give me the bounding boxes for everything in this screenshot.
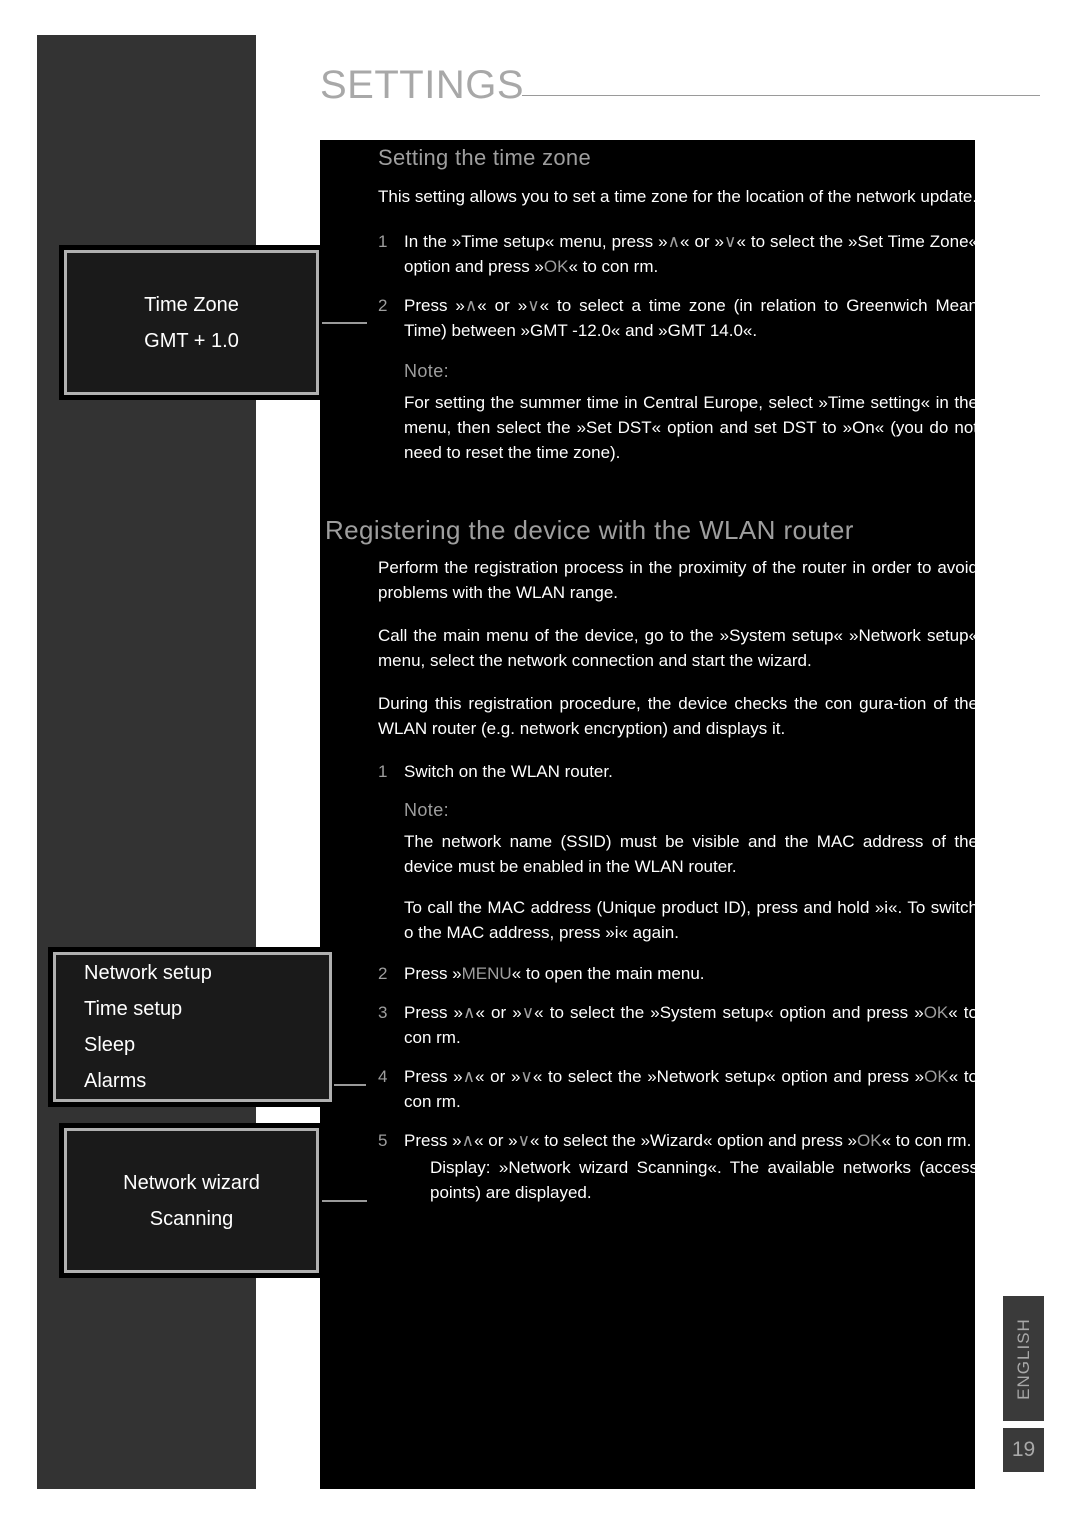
step-text-b: « to open the main menu.: [511, 964, 705, 983]
step-text: Press »∧« or »∨« to select the »System s…: [404, 1000, 975, 1050]
lcd-line: Time Zone: [144, 293, 239, 316]
step-text-c: « to select the »Wizard« option and pres…: [530, 1131, 857, 1150]
time-zone-step-2: 2 Press »∧« or »∨« to select a time zone…: [378, 293, 975, 343]
note-label: Note:: [404, 361, 450, 381]
heading-setting-time-zone: Setting the time zone: [378, 145, 591, 170]
connector-line-system-menu: [334, 1084, 366, 1086]
step-number: 2: [378, 964, 388, 983]
wlan-step-5-display-note: Display: »Network wizard Scanning«. The …: [430, 1158, 975, 1202]
connector-line-wizard: [322, 1200, 367, 1202]
time-zone-intro: This setting allows you to set a time zo…: [378, 187, 975, 206]
language-tab: ENGLISH: [1003, 1296, 1044, 1421]
step-text: Press »∧« or »∨« to select the »Network …: [404, 1064, 975, 1114]
step-number: 1: [378, 232, 388, 251]
note-label: Note:: [404, 800, 450, 820]
note-text: For setting the summer time in Central E…: [404, 393, 975, 462]
step-number: 5: [378, 1131, 388, 1150]
step-text-b: « or »: [474, 1131, 518, 1150]
key-up-arrow: ∧: [667, 232, 681, 251]
key-ok: OK: [857, 1131, 882, 1150]
wlan-paragraph-1: Perform the registration process in the …: [378, 558, 975, 602]
step-number: 2: [378, 296, 388, 315]
step-text-b: « or »: [477, 296, 528, 315]
step-number: 1: [378, 762, 388, 781]
heading-registering-device: Registering the device with the WLAN rou…: [325, 515, 854, 545]
step-text-c: « to select the »System setup« option an…: [534, 1003, 924, 1022]
connector-line-time-zone: [322, 322, 367, 324]
time-zone-note: Note: For setting the summer time in Cen…: [404, 361, 975, 465]
step-text-b: « or »: [475, 1003, 522, 1022]
page-title-text: SETTINGS: [320, 62, 525, 107]
note-text-1: The network name (SSID) must be visible …: [404, 832, 975, 876]
key-down-arrow: ∨: [521, 1003, 535, 1022]
step-text: In the »Time setup« menu, press »∧« or »…: [404, 229, 975, 279]
wlan-note: Note: The network name (SSID) must be vi…: [404, 800, 975, 945]
wlan-step-4: 4 Press »∧« or »∨« to select the »Networ…: [378, 1064, 975, 1114]
wlan-paragraph-3: During this registration procedure, the …: [378, 694, 975, 738]
key-down-arrow: ∨: [520, 1067, 533, 1086]
step-text-a: Press »: [404, 1003, 464, 1022]
key-up-arrow: ∧: [464, 296, 478, 315]
step-text: Press »∧« or »∨« to select the »Wizard« …: [404, 1128, 975, 1153]
wlan-step-2: 2 Press »MENU« to open the main menu.: [378, 961, 975, 986]
wlan-body: Perform the registration process in the …: [378, 555, 975, 1205]
step-number: 4: [378, 1067, 388, 1086]
lcd-time-zone-display: Time Zone GMT + 1.0: [59, 245, 324, 400]
key-up-arrow: ∧: [461, 1131, 475, 1150]
language-tab-label: ENGLISH: [1013, 1317, 1033, 1400]
step-text-a: Press »: [404, 1067, 463, 1086]
wlan-paragraph-2: Call the main menu of the device, go to …: [378, 626, 975, 670]
time-zone-step-1: 1 In the »Time setup« menu, press »∧« or…: [378, 229, 975, 279]
lcd-line: Sleep: [84, 1034, 136, 1056]
step-text-a: Press »: [404, 1131, 462, 1150]
step-text-a: In the »Time setup« menu, press »: [404, 232, 668, 251]
step-text-d: « to con rm.: [568, 257, 659, 276]
step-text: Switch on the WLAN router.: [404, 762, 613, 781]
key-ok: OK: [923, 1003, 949, 1022]
page-number-tab: 19: [1003, 1428, 1044, 1472]
wlan-step-1: 1 Switch on the WLAN router.: [378, 759, 975, 784]
step-text-b: « or »: [475, 1067, 521, 1086]
key-up-arrow: ∧: [463, 1003, 476, 1022]
lcd-line: Scanning: [149, 1207, 234, 1230]
step-text-d: « to con rm.: [881, 1131, 972, 1150]
lcd-line: Network wizard: [123, 1171, 260, 1194]
key-menu: MENU: [461, 964, 512, 983]
page-title-rule: [522, 94, 1040, 96]
step-text-c: « to select the »Network setup« option a…: [532, 1067, 925, 1086]
step-text: Press »MENU« to open the main menu.: [404, 961, 975, 986]
key-ok: OK: [543, 257, 569, 276]
page-title: SETTINGS: [320, 55, 1040, 115]
key-down-arrow: ∨: [527, 296, 540, 315]
step-text-a: Press »: [404, 964, 462, 983]
key-down-arrow: ∨: [517, 1131, 531, 1150]
wlan-step-5: 5 Press »∧« or »∨« to select the »Wizard…: [378, 1128, 975, 1153]
wlan-step-3: 3 Press »∧« or »∨« to select the »System…: [378, 1000, 975, 1050]
lcd-line: Network setup: [84, 962, 212, 984]
lcd-system-menu-display: Network setup Time setup Sleep Alarms: [48, 947, 337, 1107]
content-panel: Setting the time zone This setting allow…: [320, 140, 975, 1489]
key-up-arrow: ∧: [462, 1067, 476, 1086]
step-text: Press »∧« or »∨« to select a time zone (…: [404, 293, 975, 343]
key-down-arrow: ∨: [724, 232, 737, 251]
step-text-b: « or »: [680, 232, 725, 251]
lcd-line: GMT + 1.0: [144, 329, 239, 352]
lcd-network-wizard-display: Network wizard Scanning: [59, 1123, 324, 1278]
lcd-line: Alarms: [84, 1070, 147, 1092]
lcd-line: Time setup: [84, 998, 183, 1020]
key-ok: OK: [924, 1067, 949, 1086]
step-number: 3: [378, 1003, 388, 1022]
note-text-2: To call the MAC address (Unique product …: [404, 898, 975, 942]
step-text-a: Press »: [404, 296, 465, 315]
section-wlan-registration: Registering the device with the WLAN rou…: [325, 515, 975, 546]
section-time-zone: Setting the time zone This setting allow…: [378, 145, 975, 465]
